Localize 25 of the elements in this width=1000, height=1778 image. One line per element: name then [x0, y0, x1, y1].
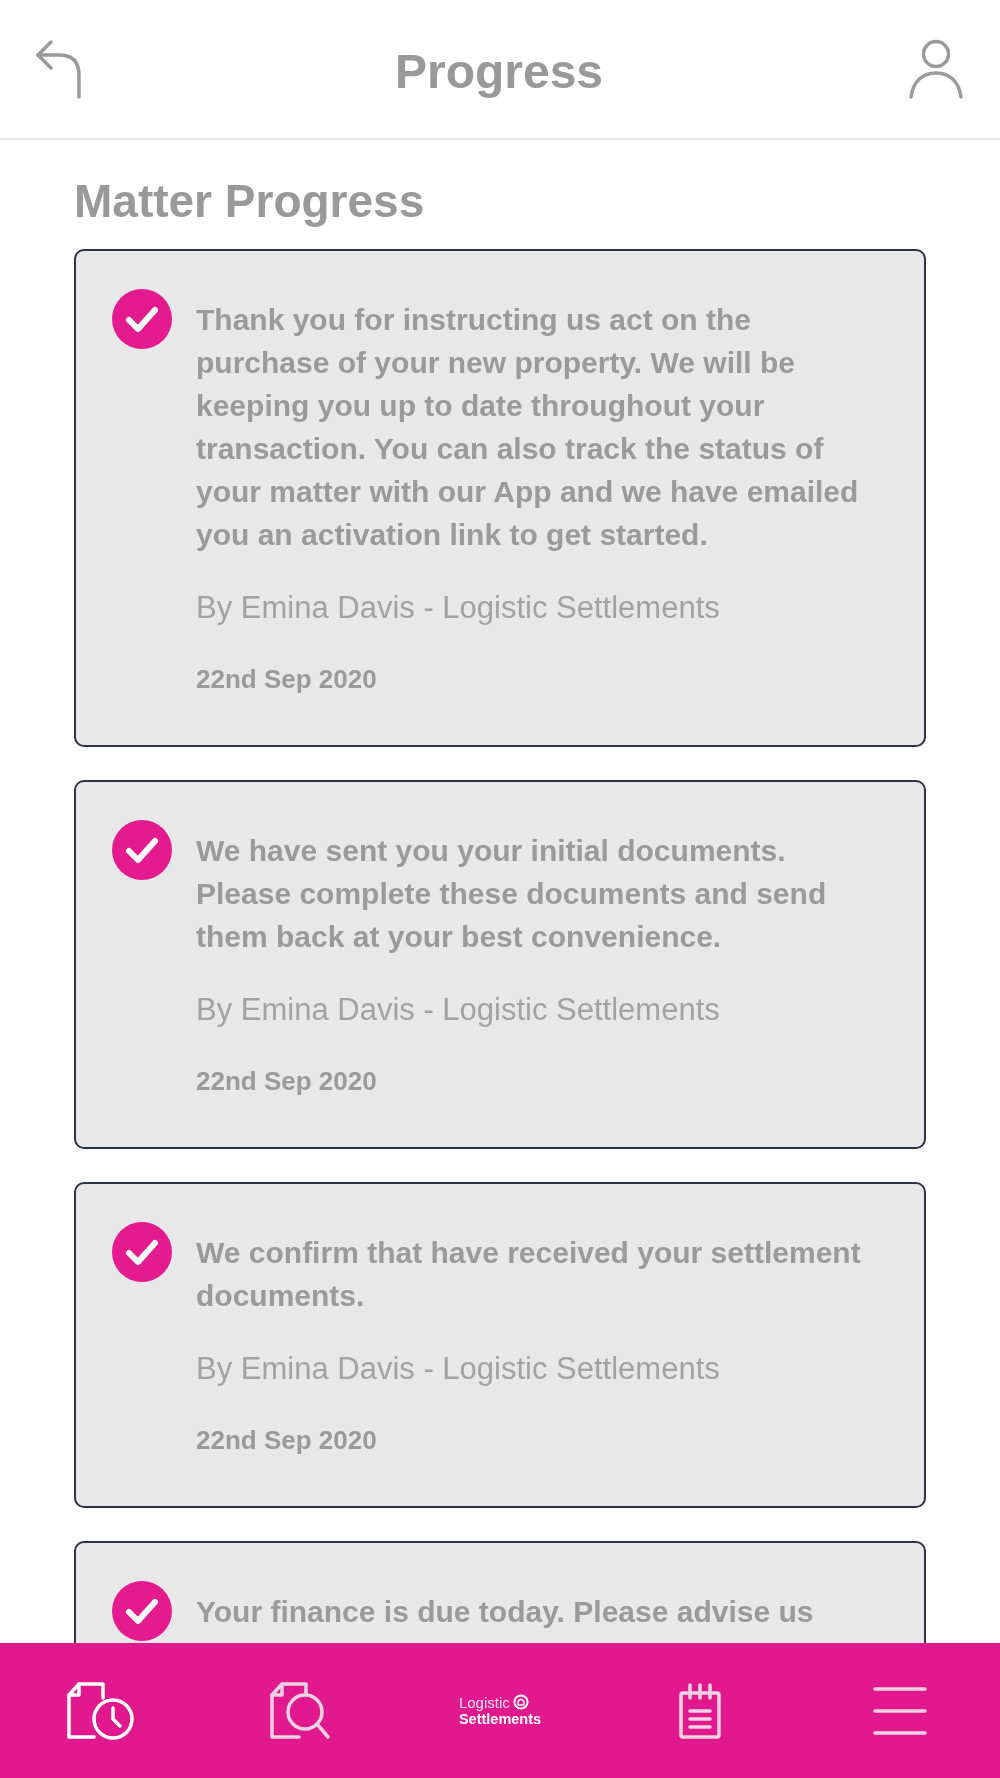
progress-message: Your finance is due today. Please advise us	[196, 1594, 814, 1630]
notepad-icon	[678, 1682, 722, 1739]
progress-message: Thank you for instructing us act on the purchase of your new property. We will be keeping you up to date throughout your transaction. You can also track the status of your matter with our App and we have emailed you an activation link to get started.	[196, 302, 860, 553]
nav-button[interactable]	[269, 1680, 331, 1741]
nav-button[interactable]	[678, 1682, 722, 1739]
house-ring-icon	[512, 1694, 529, 1710]
author-text: By Emina Davis - Logistic Settlements	[196, 991, 720, 1029]
profile-icon	[909, 39, 963, 99]
nav-button[interactable]	[66, 1680, 134, 1741]
document-search-icon	[269, 1680, 331, 1741]
document-clock-icon	[66, 1680, 134, 1741]
profile-button[interactable]	[909, 39, 963, 99]
date-text: 22nd Sep 2020	[196, 1065, 377, 1098]
date-text: 22nd Sep 2020	[196, 1424, 377, 1457]
section-title: Matter Progress	[74, 174, 426, 228]
page-title: Progress	[394, 44, 604, 100]
author-text: By Emina Davis - Logistic Settlements	[196, 589, 720, 627]
progress-message: We confirm that have received your settlement documents.	[196, 1235, 862, 1314]
menu-icon	[873, 1685, 927, 1736]
progress-message: We have sent you your initial documents. Please complete these documents and send them back at your best convenience.	[196, 833, 828, 955]
nav-button[interactable]	[873, 1685, 927, 1736]
date-text: 22nd Sep 2020	[196, 663, 377, 696]
author-text: By Emina Davis - Logistic Settlements	[196, 1350, 720, 1388]
back-button[interactable]	[35, 39, 83, 99]
logo-button[interactable]: Logistic Settlements	[455, 1691, 545, 1730]
